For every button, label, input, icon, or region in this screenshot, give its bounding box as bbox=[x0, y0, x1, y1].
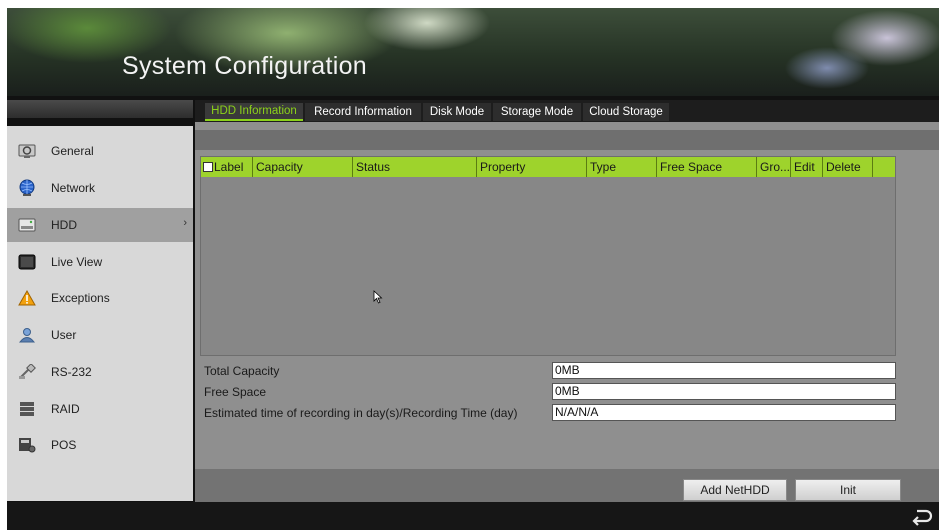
tab-cloud-storage[interactable]: Cloud Storage bbox=[583, 103, 669, 121]
select-all-checkbox[interactable] bbox=[203, 162, 213, 172]
sidebar-item-label: RAID bbox=[51, 402, 80, 416]
hdd-icon bbox=[17, 216, 37, 234]
header-banner: System Configuration bbox=[7, 8, 939, 96]
sidebar-item-label: Exceptions bbox=[51, 291, 110, 305]
sidebar-header bbox=[7, 100, 193, 118]
user-icon bbox=[17, 326, 37, 344]
free-space-row: Free Space 0MB bbox=[200, 383, 900, 400]
panel-header-strip bbox=[195, 130, 939, 150]
sidebar-item-user[interactable]: User bbox=[7, 318, 193, 352]
sidebar-item-label: Live View bbox=[51, 255, 103, 269]
page-title: System Configuration bbox=[122, 52, 368, 80]
bottom-bar bbox=[7, 502, 939, 530]
column-spacer bbox=[873, 157, 895, 177]
sidebar: General Network HDD › Live View Exceptio… bbox=[7, 126, 193, 501]
hdd-information-panel: Label Capacity Status Property Type Free… bbox=[195, 122, 939, 503]
column-status[interactable]: Status bbox=[353, 157, 477, 177]
estimated-time-value: N/A/N/A bbox=[552, 404, 896, 421]
column-capacity[interactable]: Capacity bbox=[253, 157, 353, 177]
hdd-table: Label Capacity Status Property Type Free… bbox=[200, 156, 896, 356]
rs232-icon bbox=[17, 363, 37, 381]
sidebar-item-rs232[interactable]: RS-232 bbox=[7, 355, 193, 389]
table-header: Label Capacity Status Property Type Free… bbox=[201, 157, 895, 177]
total-capacity-label: Total Capacity bbox=[204, 364, 280, 378]
chevron-right-icon: › bbox=[183, 217, 187, 229]
estimated-time-label: Estimated time of recording in day(s)/Re… bbox=[204, 406, 518, 420]
column-type[interactable]: Type bbox=[587, 157, 657, 177]
add-nethdd-button[interactable]: Add NetHDD bbox=[683, 479, 787, 501]
mouse-cursor-icon bbox=[373, 290, 383, 309]
total-capacity-value: 0MB bbox=[552, 362, 896, 379]
column-label[interactable]: Label bbox=[201, 157, 253, 177]
column-edit[interactable]: Edit bbox=[791, 157, 823, 177]
tab-bar: HDD Information Record Information Disk … bbox=[195, 100, 939, 122]
free-space-value: 0MB bbox=[552, 383, 896, 400]
sidebar-item-raid[interactable]: RAID bbox=[7, 392, 193, 426]
dvr-window: System Configuration General Network HDD… bbox=[7, 8, 939, 530]
network-icon bbox=[17, 179, 37, 197]
tab-hdd-information[interactable]: HDD Information bbox=[205, 103, 303, 121]
sidebar-item-label: Network bbox=[51, 181, 96, 195]
tab-storage-mode[interactable]: Storage Mode bbox=[493, 103, 581, 121]
column-free-space[interactable]: Free Space bbox=[657, 157, 757, 177]
sidebar-item-general[interactable]: General bbox=[7, 134, 193, 168]
sidebar-item-live-view[interactable]: Live View bbox=[7, 245, 193, 279]
sidebar-item-exceptions[interactable]: Exceptions bbox=[7, 281, 193, 315]
column-property[interactable]: Property bbox=[477, 157, 587, 177]
pos-icon bbox=[17, 436, 37, 454]
sidebar-item-pos[interactable]: POS bbox=[7, 428, 193, 462]
init-button[interactable]: Init bbox=[795, 479, 901, 501]
column-delete[interactable]: Delete bbox=[823, 157, 873, 177]
sidebar-item-label: HDD bbox=[51, 218, 77, 232]
free-space-label: Free Space bbox=[204, 385, 267, 399]
sidebar-item-label: RS-232 bbox=[51, 365, 92, 379]
sidebar-item-label: General bbox=[51, 144, 94, 158]
estimated-time-row: Estimated time of recording in day(s)/Re… bbox=[200, 404, 900, 421]
column-group[interactable]: Gro... bbox=[757, 157, 791, 177]
general-icon bbox=[17, 142, 37, 160]
sidebar-item-network[interactable]: Network bbox=[7, 171, 193, 205]
sidebar-item-hdd[interactable]: HDD › bbox=[7, 208, 193, 242]
warning-icon bbox=[17, 289, 37, 307]
live-view-icon bbox=[17, 253, 37, 271]
sidebar-item-label: User bbox=[51, 328, 77, 342]
tab-disk-mode[interactable]: Disk Mode bbox=[423, 103, 491, 121]
total-capacity-row: Total Capacity 0MB bbox=[200, 362, 900, 379]
tab-record-information[interactable]: Record Information bbox=[305, 103, 421, 121]
sidebar-item-label: POS bbox=[51, 438, 77, 452]
raid-icon bbox=[17, 400, 37, 418]
return-icon[interactable] bbox=[911, 506, 933, 526]
